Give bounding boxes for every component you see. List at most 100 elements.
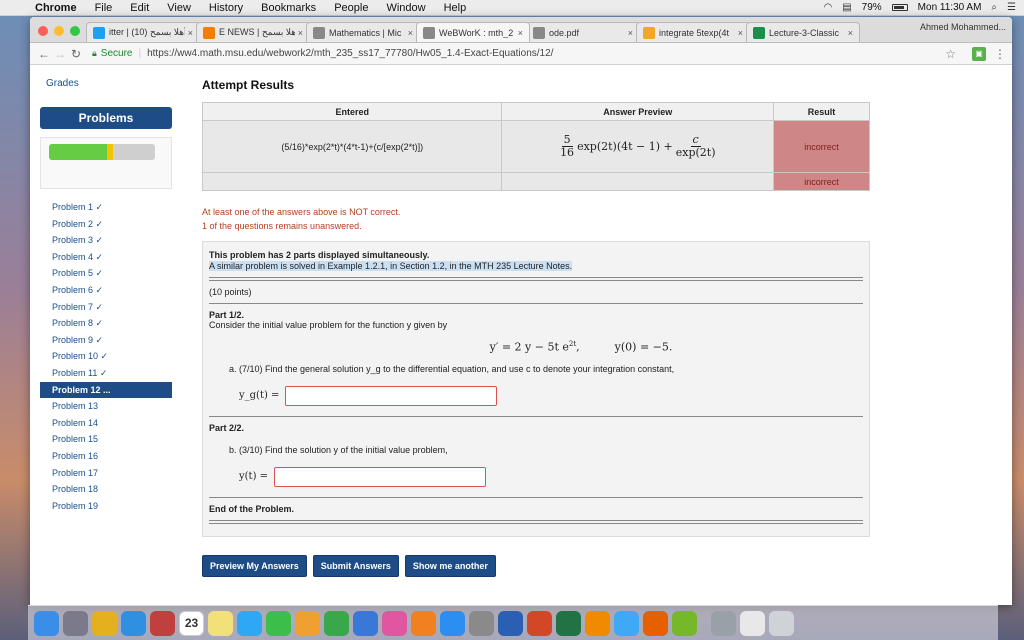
sidebar-item-problem-16[interactable]: Problem 16 bbox=[40, 448, 172, 465]
profile-name[interactable]: Ahmed Mohammed... bbox=[920, 22, 1006, 32]
tab-close-icon[interactable]: × bbox=[518, 28, 523, 38]
menu-help[interactable]: Help bbox=[435, 2, 476, 14]
tab-close-icon[interactable]: × bbox=[738, 28, 743, 38]
sidebar-item-problem-10[interactable]: Problem 10 ✓ bbox=[40, 348, 172, 365]
menu-view[interactable]: View bbox=[158, 2, 200, 14]
sidebar-item-problem-7[interactable]: Problem 7 ✓ bbox=[40, 299, 172, 316]
tab-close-icon[interactable]: × bbox=[408, 28, 413, 38]
spotlight-icon[interactable]: ⌕ bbox=[991, 2, 997, 13]
bookmark-star-icon[interactable]: ☆ bbox=[945, 47, 956, 61]
browser-tab[interactable]: Mathematics | Mic × bbox=[306, 22, 420, 42]
menu-window[interactable]: Window bbox=[377, 2, 434, 14]
appstore-icon[interactable] bbox=[440, 610, 465, 636]
close-window-icon[interactable] bbox=[38, 26, 48, 36]
sidebar-item-problem-1[interactable]: Problem 1 ✓ bbox=[40, 199, 172, 216]
browser-tab[interactable]: WeBWorK : mth_2 × bbox=[416, 22, 530, 42]
zoom-window-icon[interactable] bbox=[70, 26, 80, 36]
vlc-icon[interactable] bbox=[585, 610, 610, 636]
grades-link[interactable]: Grades bbox=[46, 78, 172, 89]
calendar-icon[interactable]: 23 bbox=[179, 610, 204, 636]
sidebar-item-problem-13[interactable]: Problem 13 bbox=[40, 398, 172, 415]
safari-icon[interactable] bbox=[121, 610, 146, 636]
preferences-icon[interactable] bbox=[469, 610, 494, 636]
browser-tab[interactable]: Lecture-3-Classic × bbox=[746, 22, 860, 42]
answer-row-2: y(t) = bbox=[209, 466, 863, 487]
finder-icon[interactable] bbox=[34, 610, 59, 636]
wifi-icon[interactable]: ◠ bbox=[823, 2, 832, 13]
tab-close-icon[interactable]: × bbox=[628, 28, 633, 38]
submit-answers-button[interactable]: Submit Answers bbox=[312, 554, 399, 577]
chrome-icon[interactable] bbox=[92, 610, 117, 636]
sidebar-item-problem-19[interactable]: Problem 19 bbox=[40, 498, 172, 515]
maps-icon[interactable] bbox=[614, 610, 639, 636]
battery-icon[interactable] bbox=[891, 4, 908, 11]
sidebar-item-problem-2[interactable]: Problem 2 ✓ bbox=[40, 216, 172, 233]
url-text[interactable]: https://ww4.math.msu.edu/webwork2/mth_23… bbox=[147, 48, 553, 59]
browser-tab[interactable]: integrate 5texp(4t × bbox=[636, 22, 750, 42]
sidebar-item-problem-18[interactable]: Problem 18 bbox=[40, 481, 172, 498]
general-solution-input[interactable] bbox=[285, 385, 498, 406]
sidebar-item-problem-5[interactable]: Problem 5 ✓ bbox=[40, 265, 172, 282]
menu-people[interactable]: People bbox=[325, 2, 377, 14]
itunes-icon[interactable] bbox=[382, 610, 407, 636]
browser-tab[interactable]: itter | أهلا بسمح (10) × bbox=[86, 22, 200, 42]
sidebar-item-problem-17[interactable]: Problem 17 bbox=[40, 465, 172, 482]
problem-box: This problem has 2 parts displayed simul… bbox=[202, 241, 870, 537]
photos-icon[interactable] bbox=[295, 610, 320, 636]
tab-close-icon[interactable]: × bbox=[298, 28, 303, 38]
extension-icon[interactable]: ▣ bbox=[972, 46, 986, 61]
menubar-clock[interactable]: Mon 11:30 AM bbox=[918, 2, 982, 13]
notification-center-icon[interactable]: ☰ bbox=[1007, 2, 1016, 13]
messages-icon[interactable] bbox=[237, 610, 262, 636]
tab-close-icon[interactable]: × bbox=[188, 28, 193, 38]
similar-problem-note[interactable]: A similar problem is solved in Example 1… bbox=[209, 261, 573, 271]
tab-label: itter | أهلا بسمح (10) bbox=[109, 27, 185, 37]
ivp-solution-input[interactable] bbox=[274, 466, 487, 487]
excel-icon[interactable] bbox=[556, 610, 581, 636]
facetime-icon[interactable] bbox=[266, 610, 291, 636]
sidebar-item-problem-4[interactable]: Problem 4 ✓ bbox=[40, 249, 172, 266]
minimize-window-icon[interactable] bbox=[54, 26, 64, 36]
document-icon[interactable] bbox=[740, 610, 765, 636]
photo-icon[interactable] bbox=[150, 610, 175, 636]
utorrent-icon[interactable] bbox=[672, 610, 697, 636]
numbers-icon[interactable] bbox=[324, 610, 349, 636]
powerpoint-icon[interactable] bbox=[527, 610, 552, 636]
flag-icon[interactable]: ▤ bbox=[842, 2, 851, 13]
sidebar-item-problem-14[interactable]: Problem 14 bbox=[40, 415, 172, 432]
sidebar-item-problem-6[interactable]: Problem 6 ✓ bbox=[40, 282, 172, 299]
firefox-icon[interactable] bbox=[643, 610, 668, 636]
menu-file[interactable]: File bbox=[86, 2, 122, 14]
sidebar-item-problem-3[interactable]: Problem 3 ✓ bbox=[40, 232, 172, 249]
menu-history[interactable]: History bbox=[200, 2, 252, 14]
browser-tab[interactable]: ode.pdf × bbox=[526, 22, 640, 42]
menu-app-chrome[interactable]: Chrome bbox=[26, 2, 86, 14]
keynote-icon[interactable] bbox=[353, 610, 378, 636]
tab-close-icon[interactable]: × bbox=[848, 28, 853, 38]
entered-cell: (5/16)*exp(2*t)*(4*t-1)+(c/[exp(2*t)]) bbox=[201, 120, 503, 173]
browser-toolbar: ← → ↻ 🔒︎ Secure | https://ww4.math.msu.e… bbox=[30, 43, 1012, 65]
browser-tab[interactable]: E NEWS | أهلا بسمح× bbox=[196, 22, 310, 42]
forward-button[interactable]: → bbox=[52, 47, 68, 61]
word-icon[interactable] bbox=[498, 610, 523, 636]
notes-icon[interactable] bbox=[208, 610, 233, 636]
chrome-menu-icon[interactable]: ⋮ bbox=[994, 47, 1006, 61]
preview-icon[interactable] bbox=[711, 610, 736, 636]
battery-percent: 79% bbox=[861, 2, 882, 13]
problems-header[interactable]: Problems bbox=[40, 107, 172, 129]
show-another-button[interactable]: Show me another bbox=[404, 554, 496, 577]
launchpad-icon[interactable] bbox=[63, 610, 88, 636]
address-bar[interactable]: 🔒︎ Secure | https://ww4.math.msu.edu/web… bbox=[90, 45, 966, 63]
ibooks-icon[interactable] bbox=[411, 610, 436, 636]
preview-answers-button[interactable]: Preview My Answers bbox=[202, 554, 307, 577]
trash-icon[interactable] bbox=[769, 610, 794, 636]
menu-edit[interactable]: Edit bbox=[121, 2, 158, 14]
reload-button[interactable]: ↻ bbox=[68, 47, 84, 61]
menu-bookmarks[interactable]: Bookmarks bbox=[252, 2, 325, 14]
sidebar-item-problem-11[interactable]: Problem 11 ✓ bbox=[40, 365, 172, 382]
sidebar-item-problem-8[interactable]: Problem 8 ✓ bbox=[40, 315, 172, 332]
back-button[interactable]: ← bbox=[36, 47, 52, 61]
sidebar-item-problem-15[interactable]: Problem 15 bbox=[40, 431, 172, 448]
sidebar-item-problem-9[interactable]: Problem 9 ✓ bbox=[40, 332, 172, 349]
sidebar-item-problem-12[interactable]: Problem 12 ... bbox=[40, 381, 172, 399]
